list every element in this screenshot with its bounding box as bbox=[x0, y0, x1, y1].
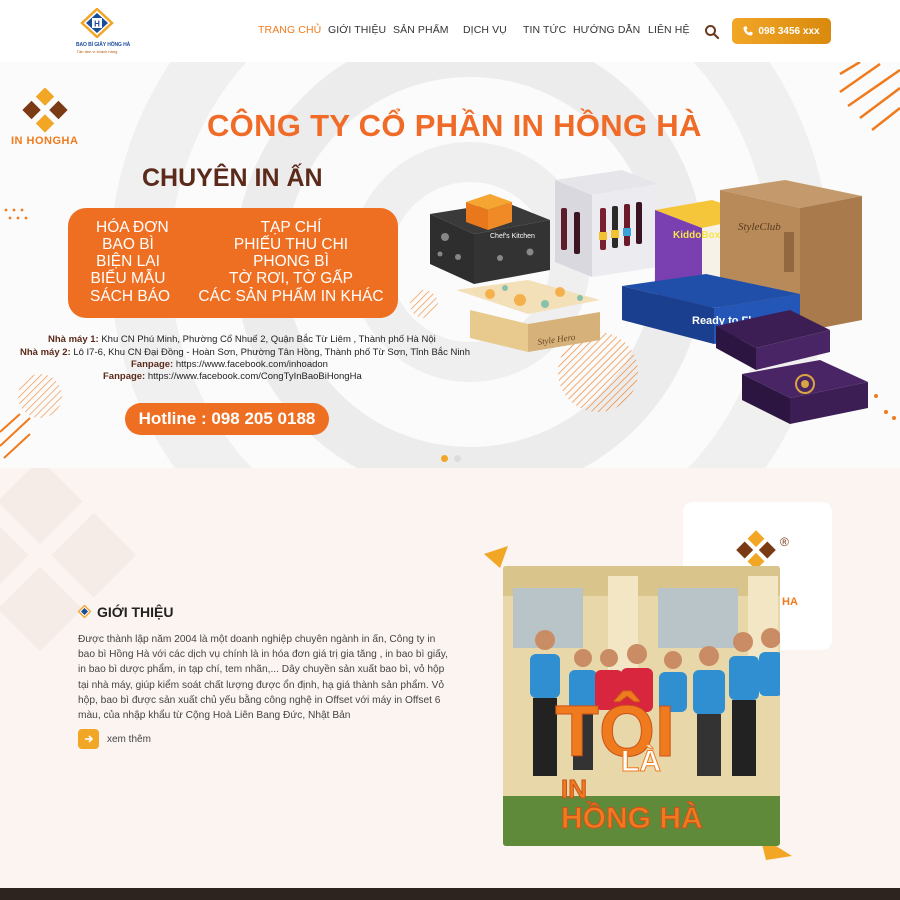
fanpage-1: Fanpage: https://www.facebook.com/inhoad… bbox=[131, 359, 328, 371]
logo-slogan: Tận tâm vì khách hàng bbox=[76, 49, 118, 54]
service-item: CÁC SẢN PHẨM IN KHÁC bbox=[198, 288, 384, 305]
service-item: PHIẾU THU CHI bbox=[233, 236, 349, 253]
nav-services[interactable]: DỊCH VỤ bbox=[463, 24, 507, 36]
team-photo: TÔI LÀ IN HỒNG HÀ bbox=[503, 566, 780, 846]
service-item: SÁCH BÁO bbox=[90, 288, 171, 305]
page: H BAO BÌ GIẤY HỒNG HÀ Tận tâm vì khách h… bbox=[0, 0, 900, 900]
service-item: TẠP CHÍ bbox=[260, 219, 322, 236]
slider-dot-2[interactable] bbox=[454, 455, 461, 462]
slider-dot-1[interactable] bbox=[441, 455, 448, 462]
team-photo-illustration: TÔI LÀ IN HỒNG HÀ bbox=[503, 566, 780, 846]
about-logo-icon bbox=[78, 605, 91, 618]
product-label-kiddo: KiddoBox bbox=[673, 230, 721, 241]
footer-strip bbox=[0, 888, 900, 900]
hero-banner: Chef's Kitchen KiddoBox StyleClub Ready … bbox=[0, 62, 900, 468]
services-box: HÓA ĐƠN BAO BÌ BIỆN LAI BIỂU MẪU SÁCH BÁ… bbox=[68, 208, 398, 318]
nav-products[interactable]: SẢN PHẨM bbox=[393, 24, 449, 36]
nav-guide[interactable]: HƯỚNG DẪN bbox=[573, 24, 640, 36]
service-item: BIỆN LAI bbox=[96, 253, 160, 270]
fanpage-1-link[interactable]: https://www.facebook.com/inhoadon bbox=[176, 359, 328, 370]
nav-about[interactable]: GIỚI THIỆU bbox=[328, 24, 386, 36]
site-header: H BAO BÌ GIẤY HỒNG HÀ Tận tâm vì khách h… bbox=[0, 0, 900, 62]
sign-la: LÀ bbox=[621, 744, 661, 778]
header-hotline-number: 098 3456 xxx bbox=[758, 25, 820, 37]
product-label-chef: Chef's Kitchen bbox=[490, 233, 535, 240]
fanpage-1-label: Fanpage: bbox=[131, 359, 174, 370]
logo-icon: H bbox=[80, 8, 114, 38]
read-more-link[interactable]: xem thêm bbox=[107, 734, 151, 745]
brand-name: IN HONGHA bbox=[11, 135, 79, 147]
site-logo[interactable]: H BAO BÌ GIẤY HỒNG HÀ Tận tâm vì khách h… bbox=[76, 6, 131, 56]
phone-icon bbox=[743, 26, 753, 36]
sign-in: IN bbox=[561, 774, 587, 804]
fanpage-2-label: Fanpage: bbox=[103, 371, 146, 382]
badge-text: HA bbox=[782, 596, 798, 608]
factory-2-text: Lô I7-6, Khu CN Đại Đồng - Hoàn Sơn, Phư… bbox=[73, 347, 471, 358]
factory-1-address: Nhà máy 1: Khu CN Phú Minh, Phường Cổ Nh… bbox=[48, 334, 436, 346]
factory-1-label: Nhà máy 1: bbox=[48, 334, 99, 345]
sign-hongha: HỒNG HÀ bbox=[561, 801, 703, 835]
service-item: BAO BÌ bbox=[102, 236, 154, 253]
service-item: TỜ RƠI, TỜ GẤP bbox=[229, 270, 353, 287]
factory-2-label: Nhà máy 2: bbox=[20, 347, 71, 358]
factory-1-text: Khu CN Phú Minh, Phường Cổ Nhuế 2, Quận … bbox=[101, 334, 436, 345]
nav-news[interactable]: TIN TỨC bbox=[523, 24, 566, 36]
hero-subtitle: CHUYÊN IN ẤN bbox=[142, 164, 323, 192]
service-item: HÓA ĐƠN bbox=[96, 219, 169, 236]
about-description: Được thành lập năm 2004 là một doanh ngh… bbox=[78, 634, 448, 722]
read-more-button[interactable] bbox=[78, 729, 99, 749]
svg-text:®: ® bbox=[780, 535, 789, 549]
search-icon[interactable] bbox=[704, 24, 720, 40]
about-title: GIỚI THIỆU bbox=[97, 604, 174, 620]
logo-name: BAO BÌ GIẤY HỒNG HÀ bbox=[76, 42, 131, 48]
product-label-styleclub: StyleClub bbox=[738, 221, 781, 233]
hero-hotline-button[interactable]: Hotline : 098 205 0188 bbox=[125, 403, 329, 435]
about-section: ® HA GIỚI THIỆU Được thành lập năm 2004 … bbox=[0, 468, 900, 888]
header-hotline-button[interactable]: 098 3456 xxx bbox=[732, 18, 831, 44]
service-item: PHONG BÌ bbox=[253, 253, 329, 270]
service-item: BIỂU MẪU bbox=[90, 270, 166, 287]
factory-2-address: Nhà máy 2: Lô I7-6, Khu CN Đại Đồng - Ho… bbox=[20, 347, 470, 359]
arrow-right-icon bbox=[84, 735, 93, 743]
fanpage-2: Fanpage: https://www.facebook.com/CongTy… bbox=[103, 371, 362, 383]
nav-contact[interactable]: LIÊN HỆ bbox=[648, 24, 690, 36]
nav-home[interactable]: TRANG CHỦ bbox=[258, 24, 321, 36]
hero-title: CÔNG TY CỔ PHẦN IN HỒNG HÀ bbox=[207, 108, 702, 143]
svg-text:H: H bbox=[94, 20, 100, 29]
fanpage-2-link[interactable]: https://www.facebook.com/CongTyInBaoBiHo… bbox=[148, 371, 362, 382]
